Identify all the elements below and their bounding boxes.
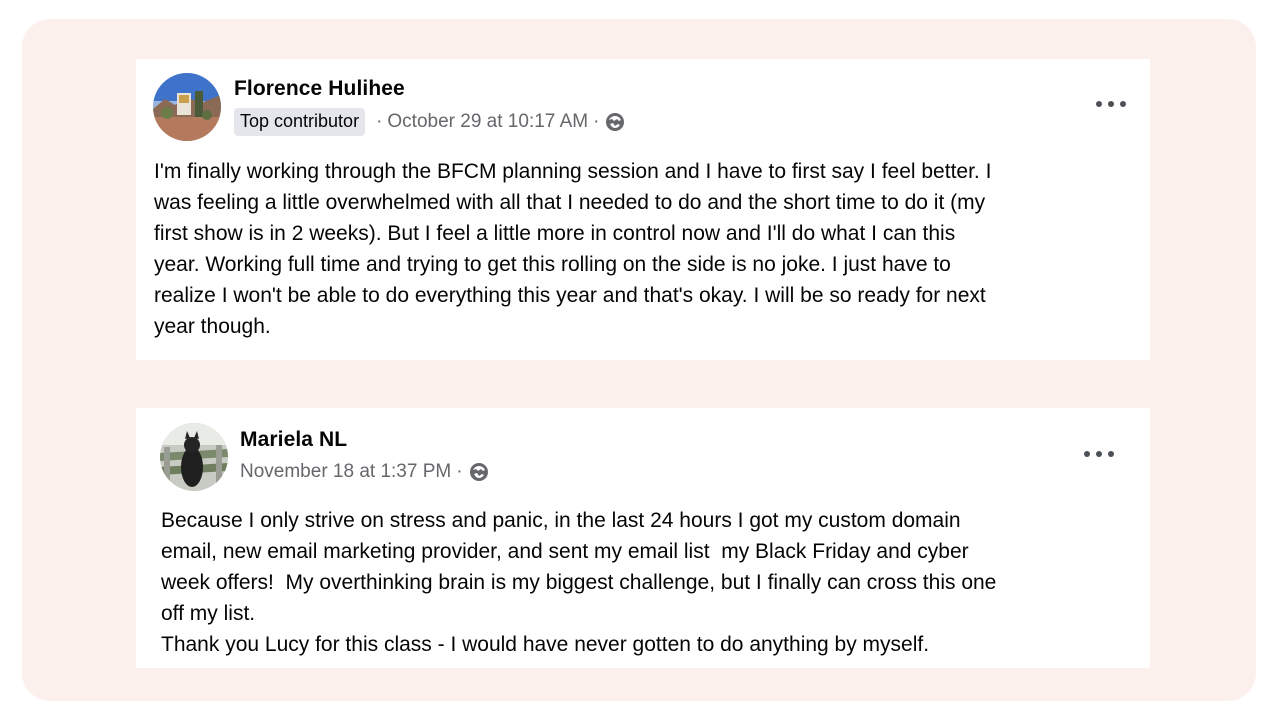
- author-name[interactable]: Florence Hulihee: [234, 77, 405, 101]
- globe-icon[interactable]: [469, 462, 489, 482]
- post-meta: Top contributor · October 29 at 10:17 AM…: [234, 108, 625, 136]
- meta-separator: ·: [456, 461, 463, 482]
- avatar-photo: [160, 423, 228, 491]
- more-options-icon[interactable]: [1084, 444, 1114, 464]
- more-options-icon[interactable]: [1096, 94, 1126, 114]
- avatar-photo: [153, 73, 221, 141]
- avatar[interactable]: [153, 73, 221, 141]
- post-meta: November 18 at 1:37 PM ·: [240, 461, 489, 483]
- post-card: Florence Hulihee Top contributor · Octob…: [136, 59, 1150, 360]
- post-timestamp[interactable]: November 18 at 1:37 PM: [240, 461, 451, 483]
- avatar[interactable]: [160, 423, 228, 491]
- post-timestamp[interactable]: October 29 at 10:17 AM: [387, 111, 588, 133]
- top-contributor-badge[interactable]: Top contributor: [234, 108, 366, 136]
- post-body: I'm finally working through the BFCM pla…: [154, 160, 992, 338]
- meta-separator: ·: [593, 111, 600, 132]
- globe-icon[interactable]: [605, 112, 625, 132]
- meta-separator: ·: [376, 111, 383, 132]
- post-card: Mariela NL November 18 at 1:37 PM · Beca…: [136, 408, 1150, 668]
- post-body: Because I only strive on stress and pani…: [161, 509, 997, 656]
- author-name[interactable]: Mariela NL: [240, 428, 347, 452]
